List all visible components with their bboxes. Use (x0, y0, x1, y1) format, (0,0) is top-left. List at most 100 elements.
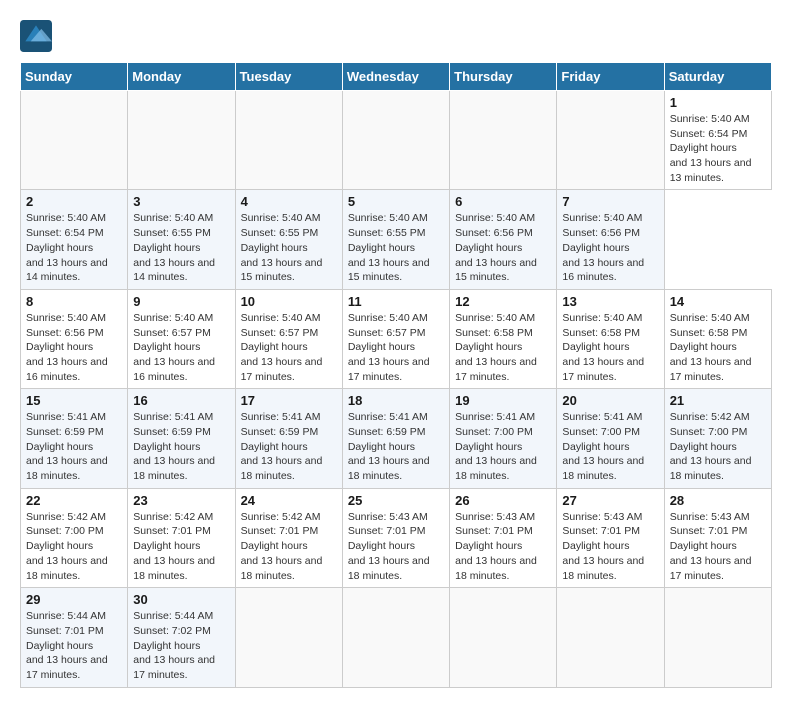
day-info: Sunrise: 5:40 AMSunset: 6:56 PMDaylight … (562, 211, 658, 284)
day-number: 11 (348, 294, 444, 309)
calendar-cell: 26 Sunrise: 5:43 AMSunset: 7:01 PMDaylig… (450, 488, 557, 587)
day-info: Sunrise: 5:40 AMSunset: 6:58 PMDaylight … (670, 311, 766, 384)
day-info: Sunrise: 5:40 AMSunset: 6:58 PMDaylight … (562, 311, 658, 384)
calendar-cell: 30 Sunrise: 5:44 AMSunset: 7:02 PMDaylig… (128, 588, 235, 687)
calendar-week-row: 22 Sunrise: 5:42 AMSunset: 7:00 PMDaylig… (21, 488, 772, 587)
day-info: Sunrise: 5:43 AMSunset: 7:01 PMDaylight … (670, 510, 766, 583)
day-info: Sunrise: 5:40 AMSunset: 6:54 PMDaylight … (670, 112, 766, 185)
calendar-cell: 21 Sunrise: 5:42 AMSunset: 7:00 PMDaylig… (664, 389, 771, 488)
weekday-header: Wednesday (342, 63, 449, 91)
calendar-cell: 2 Sunrise: 5:40 AMSunset: 6:54 PMDayligh… (21, 190, 128, 289)
empty-cell (21, 91, 128, 190)
day-info: Sunrise: 5:41 AMSunset: 6:59 PMDaylight … (133, 410, 229, 483)
day-info: Sunrise: 5:42 AMSunset: 7:00 PMDaylight … (670, 410, 766, 483)
day-number: 24 (241, 493, 337, 508)
day-number: 16 (133, 393, 229, 408)
day-number: 30 (133, 592, 229, 607)
empty-cell (450, 91, 557, 190)
calendar-cell: 17 Sunrise: 5:41 AMSunset: 6:59 PMDaylig… (235, 389, 342, 488)
weekday-header: Thursday (450, 63, 557, 91)
empty-cell (235, 588, 342, 687)
calendar-cell: 6 Sunrise: 5:40 AMSunset: 6:56 PMDayligh… (450, 190, 557, 289)
calendar-cell: 10 Sunrise: 5:40 AMSunset: 6:57 PMDaylig… (235, 289, 342, 388)
day-info: Sunrise: 5:43 AMSunset: 7:01 PMDaylight … (562, 510, 658, 583)
calendar-cell: 29 Sunrise: 5:44 AMSunset: 7:01 PMDaylig… (21, 588, 128, 687)
day-info: Sunrise: 5:40 AMSunset: 6:56 PMDaylight … (455, 211, 551, 284)
day-info: Sunrise: 5:43 AMSunset: 7:01 PMDaylight … (348, 510, 444, 583)
calendar-week-row: 2 Sunrise: 5:40 AMSunset: 6:54 PMDayligh… (21, 190, 772, 289)
empty-cell (235, 91, 342, 190)
empty-cell (557, 588, 664, 687)
calendar-cell: 1 Sunrise: 5:40 AMSunset: 6:54 PMDayligh… (664, 91, 771, 190)
calendar-cell: 18 Sunrise: 5:41 AMSunset: 6:59 PMDaylig… (342, 389, 449, 488)
day-info: Sunrise: 5:43 AMSunset: 7:01 PMDaylight … (455, 510, 551, 583)
header (20, 20, 772, 52)
day-number: 22 (26, 493, 122, 508)
day-info: Sunrise: 5:41 AMSunset: 6:59 PMDaylight … (348, 410, 444, 483)
logo (20, 20, 56, 52)
day-number: 2 (26, 194, 122, 209)
calendar-cell: 15 Sunrise: 5:41 AMSunset: 6:59 PMDaylig… (21, 389, 128, 488)
calendar-cell: 3 Sunrise: 5:40 AMSunset: 6:55 PMDayligh… (128, 190, 235, 289)
day-number: 13 (562, 294, 658, 309)
day-number: 7 (562, 194, 658, 209)
day-number: 25 (348, 493, 444, 508)
calendar-cell: 8 Sunrise: 5:40 AMSunset: 6:56 PMDayligh… (21, 289, 128, 388)
day-number: 26 (455, 493, 551, 508)
calendar-cell: 7 Sunrise: 5:40 AMSunset: 6:56 PMDayligh… (557, 190, 664, 289)
day-info: Sunrise: 5:40 AMSunset: 6:55 PMDaylight … (241, 211, 337, 284)
calendar-cell: 13 Sunrise: 5:40 AMSunset: 6:58 PMDaylig… (557, 289, 664, 388)
day-info: Sunrise: 5:41 AMSunset: 6:59 PMDaylight … (241, 410, 337, 483)
empty-cell (128, 91, 235, 190)
day-number: 18 (348, 393, 444, 408)
day-info: Sunrise: 5:44 AMSunset: 7:02 PMDaylight … (133, 609, 229, 682)
day-number: 14 (670, 294, 766, 309)
weekday-header: Saturday (664, 63, 771, 91)
calendar-cell: 27 Sunrise: 5:43 AMSunset: 7:01 PMDaylig… (557, 488, 664, 587)
calendar-cell: 5 Sunrise: 5:40 AMSunset: 6:55 PMDayligh… (342, 190, 449, 289)
day-number: 6 (455, 194, 551, 209)
day-number: 20 (562, 393, 658, 408)
day-info: Sunrise: 5:40 AMSunset: 6:57 PMDaylight … (241, 311, 337, 384)
calendar-cell: 20 Sunrise: 5:41 AMSunset: 7:00 PMDaylig… (557, 389, 664, 488)
day-info: Sunrise: 5:40 AMSunset: 6:58 PMDaylight … (455, 311, 551, 384)
day-info: Sunrise: 5:42 AMSunset: 7:01 PMDaylight … (133, 510, 229, 583)
day-number: 4 (241, 194, 337, 209)
calendar-cell: 24 Sunrise: 5:42 AMSunset: 7:01 PMDaylig… (235, 488, 342, 587)
day-number: 15 (26, 393, 122, 408)
day-info: Sunrise: 5:40 AMSunset: 6:57 PMDaylight … (348, 311, 444, 384)
calendar-cell: 19 Sunrise: 5:41 AMSunset: 7:00 PMDaylig… (450, 389, 557, 488)
calendar-cell: 25 Sunrise: 5:43 AMSunset: 7:01 PMDaylig… (342, 488, 449, 587)
empty-cell (664, 588, 771, 687)
calendar-cell: 23 Sunrise: 5:42 AMSunset: 7:01 PMDaylig… (128, 488, 235, 587)
calendar-cell: 28 Sunrise: 5:43 AMSunset: 7:01 PMDaylig… (664, 488, 771, 587)
weekday-header: Monday (128, 63, 235, 91)
day-number: 27 (562, 493, 658, 508)
day-info: Sunrise: 5:42 AMSunset: 7:00 PMDaylight … (26, 510, 122, 583)
day-number: 28 (670, 493, 766, 508)
empty-cell (342, 91, 449, 190)
calendar-cell: 14 Sunrise: 5:40 AMSunset: 6:58 PMDaylig… (664, 289, 771, 388)
day-info: Sunrise: 5:40 AMSunset: 6:55 PMDaylight … (133, 211, 229, 284)
empty-cell (557, 91, 664, 190)
calendar: SundayMondayTuesdayWednesdayThursdayFrid… (20, 62, 772, 688)
calendar-cell: 12 Sunrise: 5:40 AMSunset: 6:58 PMDaylig… (450, 289, 557, 388)
day-number: 3 (133, 194, 229, 209)
day-number: 10 (241, 294, 337, 309)
weekday-header: Tuesday (235, 63, 342, 91)
day-info: Sunrise: 5:40 AMSunset: 6:55 PMDaylight … (348, 211, 444, 284)
weekday-header: Friday (557, 63, 664, 91)
day-number: 1 (670, 95, 766, 110)
day-number: 9 (133, 294, 229, 309)
day-number: 17 (241, 393, 337, 408)
day-info: Sunrise: 5:41 AMSunset: 6:59 PMDaylight … (26, 410, 122, 483)
day-info: Sunrise: 5:41 AMSunset: 7:00 PMDaylight … (562, 410, 658, 483)
day-info: Sunrise: 5:44 AMSunset: 7:01 PMDaylight … (26, 609, 122, 682)
logo-icon (20, 20, 52, 52)
day-info: Sunrise: 5:40 AMSunset: 6:54 PMDaylight … (26, 211, 122, 284)
calendar-cell: 16 Sunrise: 5:41 AMSunset: 6:59 PMDaylig… (128, 389, 235, 488)
day-number: 19 (455, 393, 551, 408)
empty-cell (342, 588, 449, 687)
calendar-week-row: 29 Sunrise: 5:44 AMSunset: 7:01 PMDaylig… (21, 588, 772, 687)
day-number: 12 (455, 294, 551, 309)
